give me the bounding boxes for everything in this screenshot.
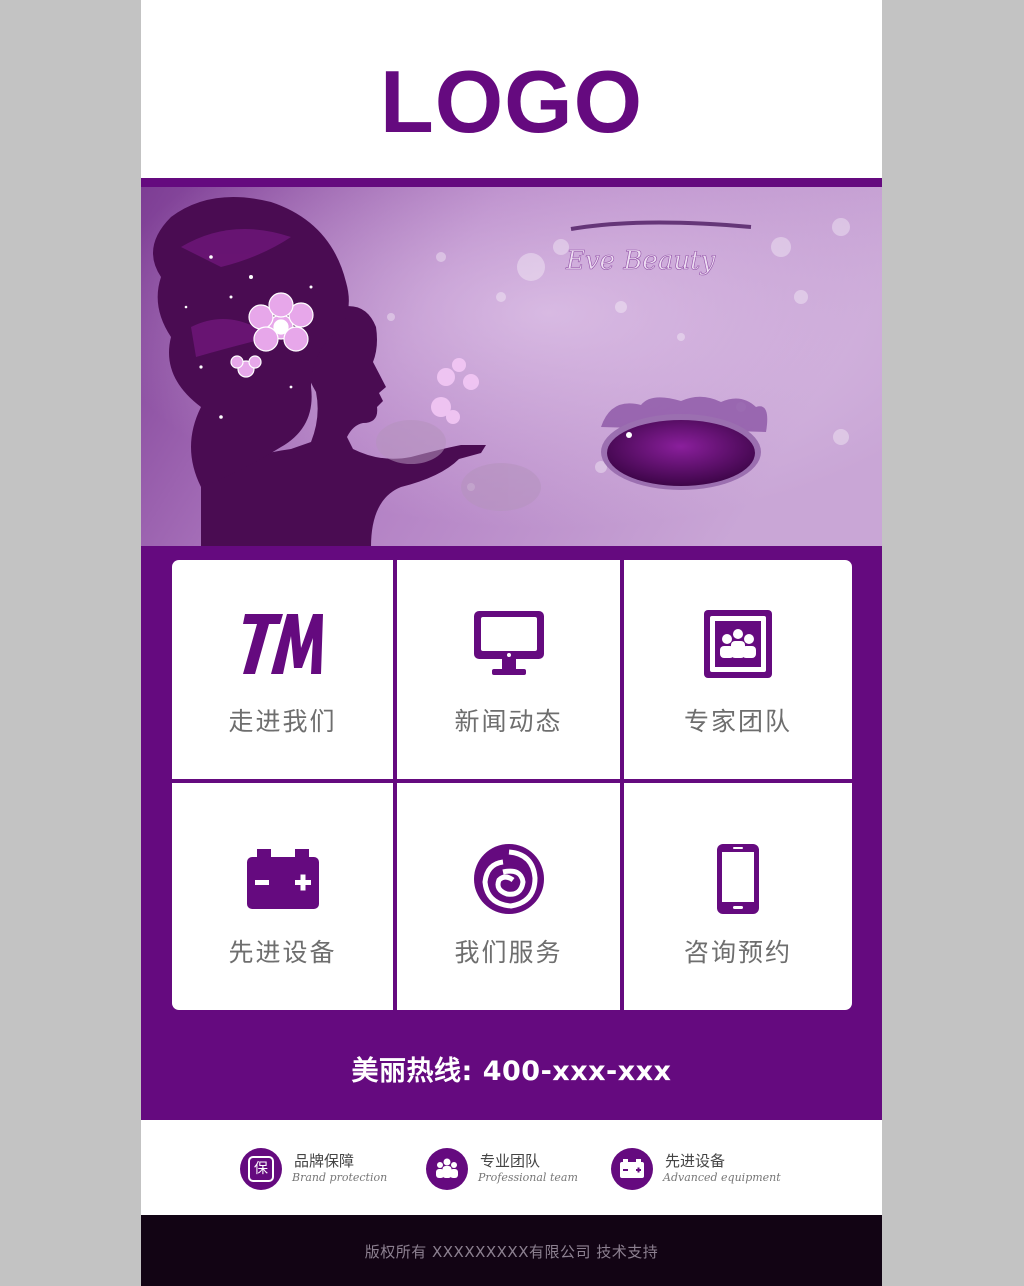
banner-illustration: Eve Beauty (141, 187, 882, 547)
menu-item-equipment[interactable]: 先进设备 (172, 783, 397, 1010)
shield-bao-icon: 保 (240, 1148, 282, 1190)
tm-logo-icon (172, 604, 393, 684)
menu-item-booking[interactable]: 咨询预约 (624, 783, 852, 1010)
menu-panel: 走进我们 新闻动态 专家团队 先进设备 我们服务 咨询预约 美丽热线: 400-… (141, 546, 882, 1120)
battery-icon (611, 1148, 653, 1190)
menu-item-services[interactable]: 我们服务 (397, 783, 624, 1010)
menu-label: 专家团队 (683, 707, 792, 736)
page: LOGO Eve Beauty 走进我们 新闻动态 专家团队 先进设备 我们服务… (141, 0, 882, 1286)
rose-icon (397, 839, 620, 919)
menu-item-team[interactable]: 专家团队 (624, 560, 852, 783)
menu-label: 走进我们 (228, 707, 337, 736)
team-people-icon (426, 1148, 468, 1190)
menu-label: 我们服务 (454, 938, 563, 967)
smartphone-icon (624, 839, 852, 919)
hotline[interactable]: 美丽热线: 400-xxx-xxx (141, 1049, 882, 1088)
feature-title: 专业团队 (480, 1152, 541, 1170)
team-photo-icon (624, 604, 852, 684)
feature-subtitle: Advanced equipment (663, 1171, 781, 1184)
banner-script-title: Eve Beauty (565, 246, 716, 276)
footer-copyright: 版权所有 XXXXXXXXX有限公司 技术支持 (364, 1243, 659, 1261)
feature-title: 品牌保障 (294, 1152, 355, 1170)
header-divider (141, 178, 882, 187)
menu-item-about[interactable]: 走进我们 (172, 560, 397, 783)
menu-label: 新闻动态 (454, 707, 563, 736)
features-bar: 保 品牌保障 Brand protection 专业团队 Professiona… (141, 1120, 882, 1215)
logo[interactable]: LOGO (141, 50, 882, 154)
battery-icon (172, 839, 393, 919)
menu-label: 先进设备 (228, 938, 337, 967)
menu-label: 咨询预约 (683, 938, 792, 967)
menu-item-news[interactable]: 新闻动态 (397, 560, 624, 783)
monitor-icon (397, 604, 620, 684)
menu-grid: 走进我们 新闻动态 专家团队 先进设备 我们服务 咨询预约 (172, 560, 852, 1010)
footer: 版权所有 XXXXXXXXX有限公司 技术支持 (141, 1215, 882, 1286)
feature-title: 先进设备 (665, 1152, 726, 1170)
feature-subtitle: Brand protection (292, 1171, 388, 1184)
feature-subtitle: Professional team (478, 1171, 578, 1184)
hero-banner[interactable]: Eve Beauty (141, 187, 882, 547)
header: LOGO (141, 0, 882, 187)
